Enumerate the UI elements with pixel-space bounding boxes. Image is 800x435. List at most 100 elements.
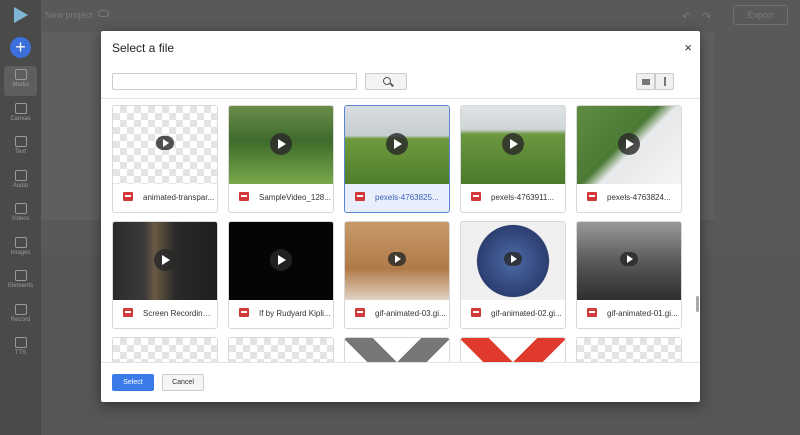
list-view-button[interactable]	[655, 73, 674, 90]
file-name: pexels-4763911...	[491, 193, 555, 202]
file-card[interactable]	[460, 337, 566, 363]
scrollbar-thumb[interactable]	[696, 296, 699, 312]
file-card[interactable]	[576, 337, 682, 363]
file-thumbnail	[345, 338, 449, 363]
video-file-icon	[471, 192, 481, 201]
sidebar-item-label: TTS	[14, 350, 27, 356]
sidebar-item-label: Images	[10, 249, 31, 256]
search-icon	[383, 77, 391, 85]
sidebar-item[interactable]: Videos	[4, 200, 37, 230]
file-card[interactable]: If by Rudyard Kipli...	[228, 221, 334, 329]
file-thumbnail	[577, 106, 681, 184]
divider	[101, 98, 700, 99]
project-title[interactable]: New project	[45, 10, 93, 20]
sidebar-item-label: Canvas	[10, 115, 31, 122]
text-icon	[14, 136, 27, 147]
cloud-sync-icon	[98, 10, 109, 17]
play-icon[interactable]	[270, 249, 292, 271]
file-name: animated-transpar...	[143, 193, 215, 202]
sidebar-item[interactable]: Elements	[4, 267, 37, 297]
left-sidebar: + Media Canvas Text Audio Videos Images Elemen…	[0, 0, 41, 435]
file-card[interactable]: SampleVideo_128...	[228, 105, 334, 213]
sidebar-item-label: Record	[10, 316, 31, 323]
video-file-icon	[587, 308, 597, 317]
top-bar: New project ↶ ↷ Export	[41, 0, 800, 32]
file-thumbnail	[577, 338, 681, 363]
sidebar-item-label: Media	[12, 82, 29, 88]
file-name: pexels-4763824...	[607, 193, 671, 202]
sort-icon	[664, 77, 666, 86]
video-file-icon	[239, 308, 249, 317]
select-button[interactable]: Select	[112, 374, 154, 391]
play-icon[interactable]	[502, 133, 524, 155]
close-icon[interactable]: ×	[684, 40, 692, 55]
search-input[interactable]	[112, 73, 357, 90]
video-file-icon	[355, 308, 365, 317]
sidebar-item[interactable]: Audio	[4, 167, 37, 197]
video-icon	[14, 203, 27, 214]
file-card[interactable]: gif-animated-02.gi...	[460, 221, 566, 329]
sidebar-item-label: Audio	[12, 182, 29, 189]
file-thumbnail	[113, 222, 217, 300]
add-button[interactable]: +	[10, 37, 31, 58]
file-card[interactable]: pexels-4763825...	[344, 105, 450, 213]
sidebar-item[interactable]: Media	[4, 66, 37, 96]
play-icon[interactable]	[618, 133, 640, 155]
file-name: gif-animated-02.gi...	[491, 309, 562, 318]
file-card[interactable]: pexels-4763911...	[460, 105, 566, 213]
redo-icon[interactable]: ↷	[702, 10, 711, 23]
cancel-button[interactable]: Cancel	[162, 374, 204, 391]
grid-view-button[interactable]	[636, 73, 655, 90]
file-thumbnail	[577, 222, 681, 300]
undo-icon[interactable]: ↶	[682, 10, 691, 23]
file-thumbnail	[229, 338, 333, 363]
file-card[interactable]	[228, 337, 334, 363]
image-icon	[14, 236, 27, 248]
record-icon	[14, 303, 27, 315]
gif-play-icon[interactable]	[504, 252, 522, 266]
file-card[interactable]: animated-transpar...	[112, 105, 218, 213]
file-thumbnail	[461, 106, 565, 184]
video-file-icon	[123, 308, 133, 317]
app-logo-icon	[14, 7, 28, 23]
play-icon[interactable]	[270, 133, 292, 155]
file-thumbnail	[229, 222, 333, 300]
sidebar-item[interactable]: Record	[4, 301, 37, 331]
video-file-icon	[355, 192, 365, 201]
file-thumbnail	[345, 222, 449, 300]
file-name: pexels-4763825...	[375, 193, 439, 202]
sidebar-item[interactable]: Images	[4, 234, 37, 264]
file-name: If by Rudyard Kipli...	[259, 309, 331, 318]
file-thumbnail	[113, 338, 217, 363]
waveform-icon	[14, 337, 27, 348]
canvas-icon	[14, 102, 27, 114]
file-card[interactable]: pexels-4763824...	[576, 105, 682, 213]
dialog-title: Select a file	[112, 41, 175, 55]
file-card[interactable]	[112, 337, 218, 363]
sidebar-item[interactable]: TTS	[4, 334, 37, 364]
file-thumbnail	[461, 222, 565, 300]
video-file-icon	[587, 192, 597, 201]
gif-play-icon[interactable]	[388, 252, 406, 266]
gif-play-icon[interactable]	[620, 252, 638, 266]
search-button[interactable]	[365, 73, 407, 90]
shapes-icon	[14, 270, 27, 281]
export-button[interactable]: Export	[733, 5, 788, 25]
play-icon[interactable]	[386, 133, 408, 155]
grid-view-icon	[642, 79, 650, 85]
file-card[interactable]	[344, 337, 450, 363]
file-card[interactable]: gif-animated-03.gi...	[344, 221, 450, 329]
file-card[interactable]: Screen Recording ...	[112, 221, 218, 329]
file-card[interactable]: gif-animated-01.gi...	[576, 221, 682, 329]
video-file-icon	[239, 192, 249, 201]
file-name: Screen Recording ...	[143, 309, 215, 318]
video-file-icon	[123, 192, 133, 201]
sidebar-item[interactable]: Text	[4, 133, 37, 163]
gif-play-icon[interactable]	[156, 136, 174, 150]
play-icon[interactable]	[154, 249, 176, 271]
sidebar-item-label: Elements	[7, 283, 33, 289]
sidebar-item[interactable]: Canvas	[4, 100, 37, 130]
file-thumbnail	[345, 106, 449, 184]
video-file-icon	[471, 308, 481, 317]
file-thumbnail	[229, 106, 333, 184]
